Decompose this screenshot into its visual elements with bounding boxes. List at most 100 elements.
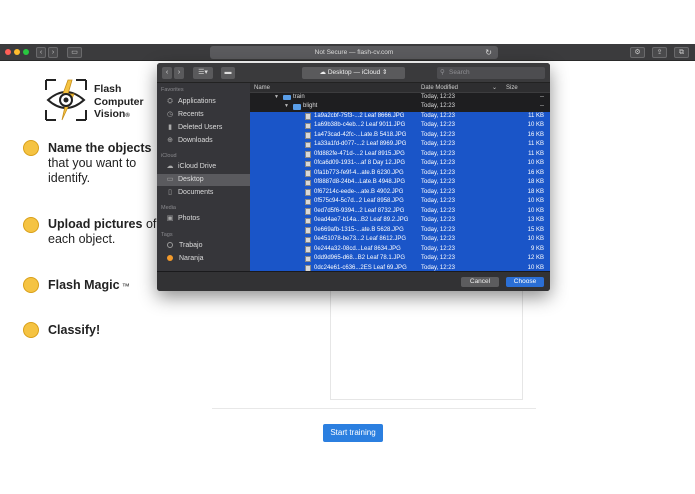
back-icon[interactable]: ‹ (36, 47, 46, 58)
file-size: 16 KB (527, 131, 544, 138)
eye-lightning-icon (45, 79, 87, 121)
file-row[interactable]: 0dc24e61-c636...2ES Leaf 69.JPG Today, 12… (250, 263, 550, 271)
sidebar-item-documents[interactable]: ▯ Documents (157, 187, 250, 199)
applications-icon: ⛭ (167, 98, 173, 105)
file-size: 10 KB (527, 207, 544, 214)
file-size: 11 KB (528, 112, 544, 119)
sidebar-item-deleted-users[interactable]: ▮ Deleted Users (157, 122, 250, 134)
tabs-icon[interactable]: ⧉ (674, 47, 689, 58)
file-row[interactable]: 1a33a1fd-d077-...2 Leaf 8969.JPG Today, 1… (250, 140, 550, 150)
sidebar-item-applications[interactable]: ⛭ Applications (157, 96, 250, 108)
file-row[interactable]: 0fca6d09-1931-...af 8 Day 12.JPG Today, 1… (250, 159, 550, 169)
cancel-button[interactable]: Cancel (461, 277, 499, 287)
minimize-window-icon[interactable] (14, 49, 20, 55)
folder-row[interactable]: ▼ blight Today, 12:23 -- (250, 102, 550, 112)
file-row[interactable]: 0fa1b773-fe9f-4...ate.B 6230.JPG Today, 1… (250, 168, 550, 178)
image-file-icon (305, 236, 311, 243)
sort-chevron-icon: ⌄ (492, 85, 498, 91)
file-row[interactable]: 0e244a32-08cd...Leaf 8634.JPG Today, 12:2… (250, 244, 550, 254)
start-training-button[interactable]: Start training (323, 424, 383, 442)
brand-line-2: Computer (94, 96, 144, 108)
file-date: Today, 12:23 (421, 169, 455, 176)
file-row[interactable]: 1a69b38b-c4eb...2 Leaf 9011.JPG Today, 12… (250, 121, 550, 131)
sidebar-item-icloud-drive[interactable]: ☁ iCloud Drive (157, 161, 250, 173)
zoom-window-icon[interactable] (23, 49, 29, 55)
image-file-icon (305, 255, 311, 262)
file-date: Today, 12:23 (421, 141, 455, 147)
view-mode-icon[interactable]: ☰▾ (193, 67, 213, 79)
file-size: 10 KB (527, 236, 544, 242)
folder-row[interactable]: ▼ train Today, 12:23 -- (250, 93, 550, 103)
registered-mark: ® (125, 113, 130, 119)
file-name: 0fd882fe-471d-...2 Leaf 8915.JPG (314, 150, 405, 157)
file-row[interactable]: 0e451078-be73...2 Leaf 8612.JPG Today, 12… (250, 235, 550, 245)
file-size: 16 KB (527, 169, 544, 176)
file-row[interactable]: 0f8887d8-24b4...Late.B 4948.JPG Today, 12… (250, 178, 550, 188)
forward-icon[interactable]: › (48, 47, 58, 58)
photos-icon: ▣ (166, 215, 174, 222)
column-date-header[interactable]: Date Modified (421, 83, 458, 93)
location-popup[interactable]: ☁ Desktop — iCloud ⇕ (302, 67, 405, 79)
sidebar-item-recents[interactable]: ◷ Recents (157, 109, 250, 121)
file-row[interactable]: 0f67214c-eede-...ate.B 4902.JPG Today, 12… (250, 187, 550, 197)
sidebar-heading-tags: Tags (161, 232, 173, 238)
close-window-icon[interactable] (5, 49, 11, 55)
search-icon: ⚲ (440, 69, 445, 76)
search-input[interactable]: ⚲ Search (437, 67, 545, 79)
disclosure-triangle-icon[interactable]: ▼ (274, 93, 279, 103)
address-text: Not Secure — flash-cv.com (314, 49, 394, 56)
file-row[interactable]: 0e669afb-1315-...ate.B 5628.JPG Today, 12… (250, 225, 550, 235)
address-bar[interactable]: Not Secure — flash-cv.com ↻ (210, 46, 498, 59)
file-row[interactable]: 0f575c94-5c7d...2 Leaf 8958.JPG Today, 12… (250, 197, 550, 207)
sidebar-toggle-icon[interactable]: ▭ (67, 47, 82, 58)
forward-icon[interactable]: › (174, 67, 184, 79)
upload-drop-area[interactable] (330, 290, 523, 400)
sidebar-item-tag-trabajo[interactable]: Trabajo (157, 240, 250, 252)
disclosure-triangle-icon[interactable]: ▼ (284, 102, 289, 112)
file-row[interactable]: 1a473cad-42fc-...Late.B 5418.JPG Today, 1… (250, 130, 550, 140)
file-row[interactable]: 0dd9d965-d68...B2 Leaf 78.1.JPG Today, 12… (250, 254, 550, 264)
folder-date: Today, 12:23 (421, 93, 455, 100)
sidebar-item-downloads[interactable]: ⊕ Downloads (157, 135, 250, 147)
share-icon[interactable]: ⇪ (652, 47, 667, 58)
document-icon: ▯ (168, 189, 172, 196)
file-row[interactable]: 0ed7d5f6-9394...2 Leaf 8732.JPG Today, 12… (250, 206, 550, 216)
file-row[interactable]: 1a9a2cbf-75f3-...2 Leaf 8666.JPG Today, 1… (250, 111, 550, 121)
column-header: Name Date Modified ⌄ Size (250, 83, 550, 93)
image-file-icon (305, 151, 311, 158)
clock-icon: ◷ (166, 111, 174, 118)
sidebar-item-photos[interactable]: ▣ Photos (157, 213, 250, 225)
settings-icon[interactable]: ⚙ (630, 47, 645, 58)
file-date: Today, 12:23 (421, 160, 455, 166)
file-size: 10 KB (527, 198, 544, 204)
file-date: Today, 12:23 (421, 188, 455, 195)
file-name: 0e669afb-1315-...ate.B 5628.JPG (314, 226, 404, 233)
image-file-icon (305, 179, 311, 186)
choose-button[interactable]: Choose (506, 277, 544, 287)
file-size: 18 KB (527, 179, 544, 185)
file-size: 13 KB (527, 217, 544, 223)
file-name: 1a473cad-42fc-...Late.B 5418.JPG (314, 131, 407, 138)
sidebar-item-desktop[interactable]: ▭ Desktop (157, 174, 250, 186)
image-file-icon (305, 122, 311, 129)
cloud-icon: ☁ (166, 163, 174, 170)
sidebar-item-tag-naranja[interactable]: Naranja (157, 253, 250, 265)
reload-icon[interactable]: ↻ (485, 46, 492, 59)
dialog-footer: Cancel Choose (157, 271, 550, 291)
column-size-header[interactable]: Size (506, 83, 518, 93)
cloud-icon: ☁ (319, 69, 328, 76)
folder-name: train (293, 93, 305, 100)
file-date: Today, 12:23 (421, 131, 455, 138)
sidebar-heading-icloud: iCloud (161, 153, 177, 159)
divider (212, 408, 536, 409)
folder-size: -- (540, 93, 544, 100)
new-folder-icon[interactable]: ▬ (221, 67, 235, 79)
file-date: Today, 12:23 (421, 150, 455, 157)
back-icon[interactable]: ‹ (162, 67, 172, 79)
file-date: Today, 12:23 (421, 217, 455, 223)
browser-toolbar: ‹ › ▭ Not Secure — flash-cv.com ↻ ⚙ ⇪ ⧉ (0, 44, 695, 61)
file-name: 0fa1b773-fe9f-4...ate.B 6230.JPG (314, 169, 404, 176)
column-name-header[interactable]: Name (254, 83, 270, 93)
file-row[interactable]: 0ead4ae7-b14a...B2 Leaf 89.2.JPG Today, 1… (250, 216, 550, 226)
file-row[interactable]: 0fd882fe-471d-...2 Leaf 8915.JPG Today, 1… (250, 149, 550, 159)
